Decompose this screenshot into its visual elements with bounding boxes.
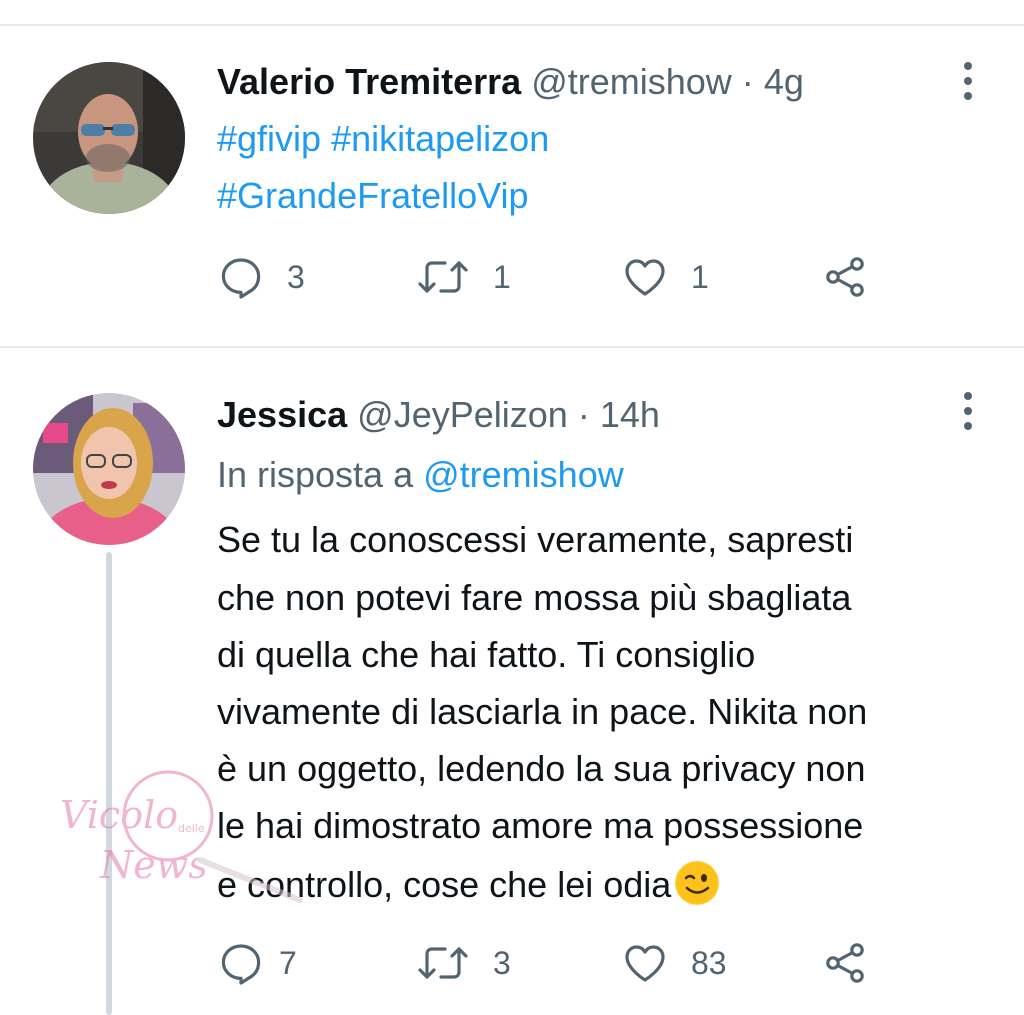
retweet-button[interactable]: 1 [415,252,511,302]
reply-count: 7 [279,944,297,981]
tweet-text-line[interactable]: #GrandeFratelloVip [217,174,529,218]
winking-face-icon [675,861,720,905]
tweet-text-line: vivamente di lasciarla in pace. Nikita n… [217,691,868,732]
retweet-count: 3 [493,944,511,981]
separator: · [741,61,754,102]
reply-count: 3 [287,258,305,295]
display-name[interactable]: Valerio Tremiterra [217,61,521,102]
timeline: Valerio Tremiterra @tremishow · 4g #gfiv… [0,0,1024,1015]
more-icon[interactable] [958,62,978,100]
tweet-header: Jessica @JeyPelizon · 14h [217,393,660,437]
tweet-jessica[interactable]: Jessica @JeyPelizon · 14h In risposta a … [0,348,1024,1015]
share-button[interactable] [821,938,869,988]
like-count: 1 [691,258,709,295]
reply-button[interactable]: 3 [217,252,305,302]
more-icon[interactable] [958,392,978,430]
share-button[interactable] [821,252,869,302]
action-bar: 7 3 83 [217,938,917,988]
reply-icon [221,258,261,299]
reply-to-mention[interactable]: @tremishow [423,454,624,495]
handle[interactable]: @JeyPelizon [357,394,568,435]
watermark-logo: Vicolo delle News [50,760,464,910]
watermark-text: Vicolo [60,793,178,837]
reply-button[interactable]: 7 [217,938,297,988]
share-icon [826,943,864,983]
tweet-text-line[interactable]: #gfivip #nikitapelizon [217,117,549,161]
avatar[interactable] [33,393,185,545]
watermark-text: News [99,843,208,887]
reply-icon [221,944,261,985]
watermark-small-text: delle [178,822,205,835]
retweet-icon [418,261,468,293]
tweet-text-line: Se tu la conoscessi veramente, sapresti [217,519,854,560]
display-name[interactable]: Jessica [217,394,347,435]
avatar[interactable] [33,62,185,214]
like-icon [625,945,665,982]
reply-context: In risposta a @tremishow [217,453,624,497]
like-button[interactable]: 83 [621,938,727,988]
retweet-button[interactable]: 3 [415,938,511,988]
share-icon [826,257,864,297]
action-bar: 3 1 1 [217,252,917,302]
like-icon [625,259,665,296]
tweet-text-line: di quella che hai fatto. Ti consiglio [217,634,756,675]
tweet-header: Valerio Tremiterra @tremishow · 4g [217,60,804,104]
reply-prefix: In risposta a [217,454,414,495]
tweet-valerio[interactable]: Valerio Tremiterra @tremishow · 4g #gfiv… [0,0,1024,346]
separator: · [577,394,590,435]
timestamp[interactable]: 14h [600,394,660,435]
timestamp[interactable]: 4g [764,61,804,102]
like-button[interactable]: 1 [621,252,709,302]
like-count: 83 [691,944,727,981]
tweet-text-line: che non potevi fare mossa più sbagliata [217,577,852,618]
handle[interactable]: @tremishow [531,61,732,102]
retweet-count: 1 [493,258,511,295]
retweet-icon [418,947,468,979]
